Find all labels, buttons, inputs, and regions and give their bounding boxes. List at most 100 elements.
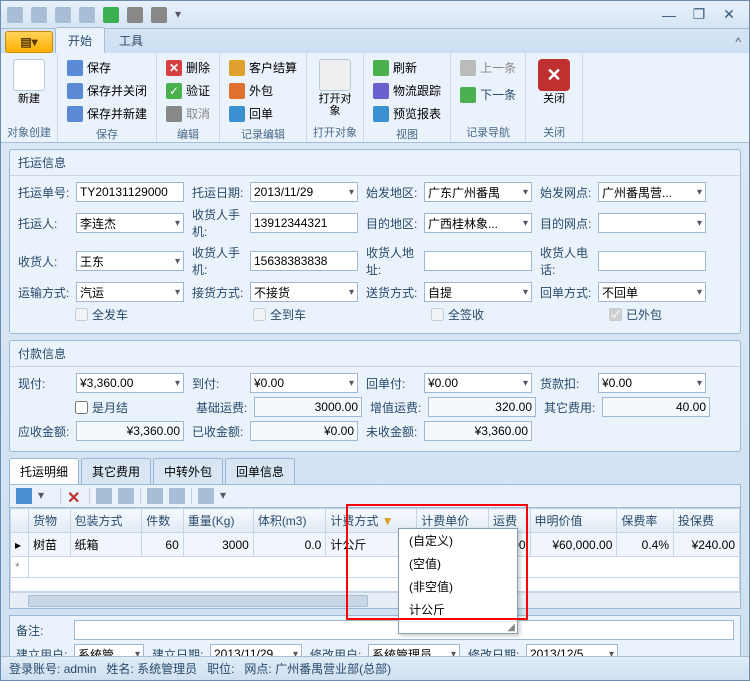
receiver-tel-input[interactable] xyxy=(598,251,706,271)
receipt-button[interactable]: 回单 xyxy=(226,103,300,124)
grid-tool-icon[interactable] xyxy=(198,488,214,504)
tab-receipt-info[interactable]: 回单信息 xyxy=(225,458,295,484)
horizontal-scrollbar[interactable] xyxy=(10,592,740,608)
delivery-input[interactable]: 自提 xyxy=(424,282,532,302)
received-label: 已收金额: xyxy=(192,423,248,440)
pickup-input[interactable]: 不接货 xyxy=(250,282,358,302)
col-ins[interactable]: 投保费 xyxy=(674,509,740,533)
maximize-button[interactable]: ❐ xyxy=(685,6,713,24)
from-net-label: 始发网点: xyxy=(540,184,596,201)
dest-net-input[interactable] xyxy=(598,213,706,233)
tab-tools[interactable]: 工具 xyxy=(107,28,155,53)
qat-save-icon[interactable] xyxy=(31,7,47,23)
cancel-button[interactable]: 取消 xyxy=(163,103,213,124)
save-close-button[interactable]: 保存并关闭 xyxy=(64,80,150,101)
dest-region-input[interactable]: 广西桂林象... xyxy=(424,213,532,233)
close-button[interactable]: ✕ xyxy=(715,6,743,24)
receiver-input[interactable]: 王东 xyxy=(76,251,184,271)
status-account: 登录账号: admin xyxy=(9,660,96,677)
ribbon-collapse-icon[interactable]: ^ xyxy=(727,31,749,53)
open-object-button[interactable]: 打开对象 xyxy=(313,57,357,119)
report-button[interactable]: 预览报表 xyxy=(370,103,444,124)
verify-button[interactable]: ✓验证 xyxy=(163,80,213,101)
from-region-input[interactable]: 广东广州番禺 xyxy=(424,182,532,202)
trace-button[interactable]: 物流跟踪 xyxy=(370,80,444,101)
tab-transit[interactable]: 中转外包 xyxy=(153,458,223,484)
grid-tool-icon[interactable] xyxy=(118,488,134,504)
shipper-input[interactable]: 李连杰 xyxy=(76,213,184,233)
qat-refresh-icon[interactable] xyxy=(103,7,119,23)
delete-button[interactable]: ✕删除 xyxy=(163,57,213,78)
detail-grid: 货物 包装方式 件数 重量(Kg) 体积(m3) 计费方式 ▼ 计费单价 运费 … xyxy=(9,508,741,609)
col-pack[interactable]: 包装方式 xyxy=(70,509,142,533)
grid-tool-icon[interactable] xyxy=(96,488,112,504)
tab-detail[interactable]: 托运明细 xyxy=(9,458,79,484)
transport-input[interactable]: 汽运 xyxy=(76,282,184,302)
save-new-button[interactable]: 保存并新建 xyxy=(64,103,150,124)
col-wt[interactable]: 重量(Kg) xyxy=(183,509,253,533)
shipper-phone-input[interactable]: 13912344321 xyxy=(250,213,358,233)
remark-label: 备注: xyxy=(16,622,72,639)
due-value: ¥3,360.00 xyxy=(76,421,184,441)
discount-input[interactable]: ¥0.00 xyxy=(598,373,706,393)
receipt-mode-input[interactable]: 不回单 xyxy=(598,282,706,302)
grid-tool-icon[interactable] xyxy=(147,488,163,504)
dd-item-null[interactable]: (空值) xyxy=(399,552,517,575)
close-record-button[interactable]: ✕关闭 xyxy=(532,57,576,107)
dd-resize-grip[interactable]: ◢ xyxy=(399,621,517,633)
other-fee-value: 40.00 xyxy=(602,397,710,417)
ship-no-input[interactable]: TY20131129000 xyxy=(76,182,184,202)
new-button[interactable]: 新建 xyxy=(7,57,51,107)
customer-settle-button[interactable]: 客户结算 xyxy=(226,57,300,78)
receiver-phone-input[interactable]: 15638383838 xyxy=(250,251,358,271)
cod-input[interactable]: ¥0.00 xyxy=(250,373,358,393)
refresh-button[interactable]: 刷新 xyxy=(370,57,444,78)
tab-start[interactable]: 开始 xyxy=(55,27,105,53)
group-open-label: 打开对象 xyxy=(313,122,357,140)
dd-item-notnull[interactable]: (非空值) xyxy=(399,575,517,598)
from-region-label: 始发地区: xyxy=(366,184,422,201)
app-menu-button[interactable]: ▤▾ xyxy=(5,31,53,53)
base-fee-value: 3000.00 xyxy=(254,397,362,417)
qat-next-icon[interactable] xyxy=(151,7,167,23)
qat-icon[interactable] xyxy=(7,7,23,23)
qat-more-icon[interactable]: ▾ xyxy=(175,7,191,23)
receiver-addr-input[interactable] xyxy=(424,251,532,271)
qat-undo-icon[interactable] xyxy=(79,7,95,23)
due-label: 应收金额: xyxy=(18,423,74,440)
minimize-button[interactable]: — xyxy=(655,6,683,24)
col-rate[interactable]: 保费率 xyxy=(617,509,674,533)
add-row-icon[interactable] xyxy=(16,488,32,504)
next-record-button[interactable]: 下一条 xyxy=(457,84,519,105)
ship-date-input[interactable]: 2013/11/29 xyxy=(250,182,358,202)
qat-saveclose-icon[interactable] xyxy=(55,7,71,23)
from-net-input[interactable]: 广州番禺营... xyxy=(598,182,706,202)
col-qty[interactable]: 件数 xyxy=(142,509,184,533)
cash-input[interactable]: ¥3,360.00 xyxy=(76,373,184,393)
group-view-label: 视图 xyxy=(370,124,444,142)
detail-tabs: 托运明细 其它费用 中转外包 回单信息 ▾ ✕ ▾ 货物 xyxy=(9,458,741,609)
outsource-button[interactable]: 外包 xyxy=(226,80,300,101)
group-record-edit-label: 记录编辑 xyxy=(226,124,300,142)
prev-record-button[interactable]: 上一条 xyxy=(457,57,519,78)
payment-panel-title: 付款信息 xyxy=(10,341,740,367)
col-decl[interactable]: 申明价值 xyxy=(530,509,617,533)
transport-label: 运输方式: xyxy=(18,284,74,301)
delete-row-icon[interactable]: ✕ xyxy=(67,488,83,504)
filter-icon[interactable]: ▼ xyxy=(382,514,394,528)
receipt-pay-input[interactable]: ¥0.00 xyxy=(424,373,532,393)
monthly-check[interactable]: 是月结 xyxy=(75,399,131,416)
col-goods[interactable]: 货物 xyxy=(29,509,71,533)
grid-tool-icon[interactable] xyxy=(169,488,185,504)
receiver-addr-label: 收货人地址: xyxy=(366,244,422,278)
pickup-label: 接货方式: xyxy=(192,284,248,301)
tab-other-fee[interactable]: 其它费用 xyxy=(81,458,151,484)
col-vol[interactable]: 体积(m3) xyxy=(253,509,326,533)
table-row[interactable]: ▸ 树苗 纸箱 60 3000 0.0 计公斤 0.00 ¥60,000.00 … xyxy=(11,533,740,557)
new-row[interactable]: * xyxy=(11,557,740,578)
received-value: ¥0.00 xyxy=(250,421,358,441)
qat-prev-icon[interactable] xyxy=(127,7,143,23)
save-button[interactable]: 保存 xyxy=(64,57,150,78)
dd-item-custom[interactable]: (自定义) xyxy=(399,529,517,552)
dd-item-kg[interactable]: 计公斤 xyxy=(399,598,517,621)
